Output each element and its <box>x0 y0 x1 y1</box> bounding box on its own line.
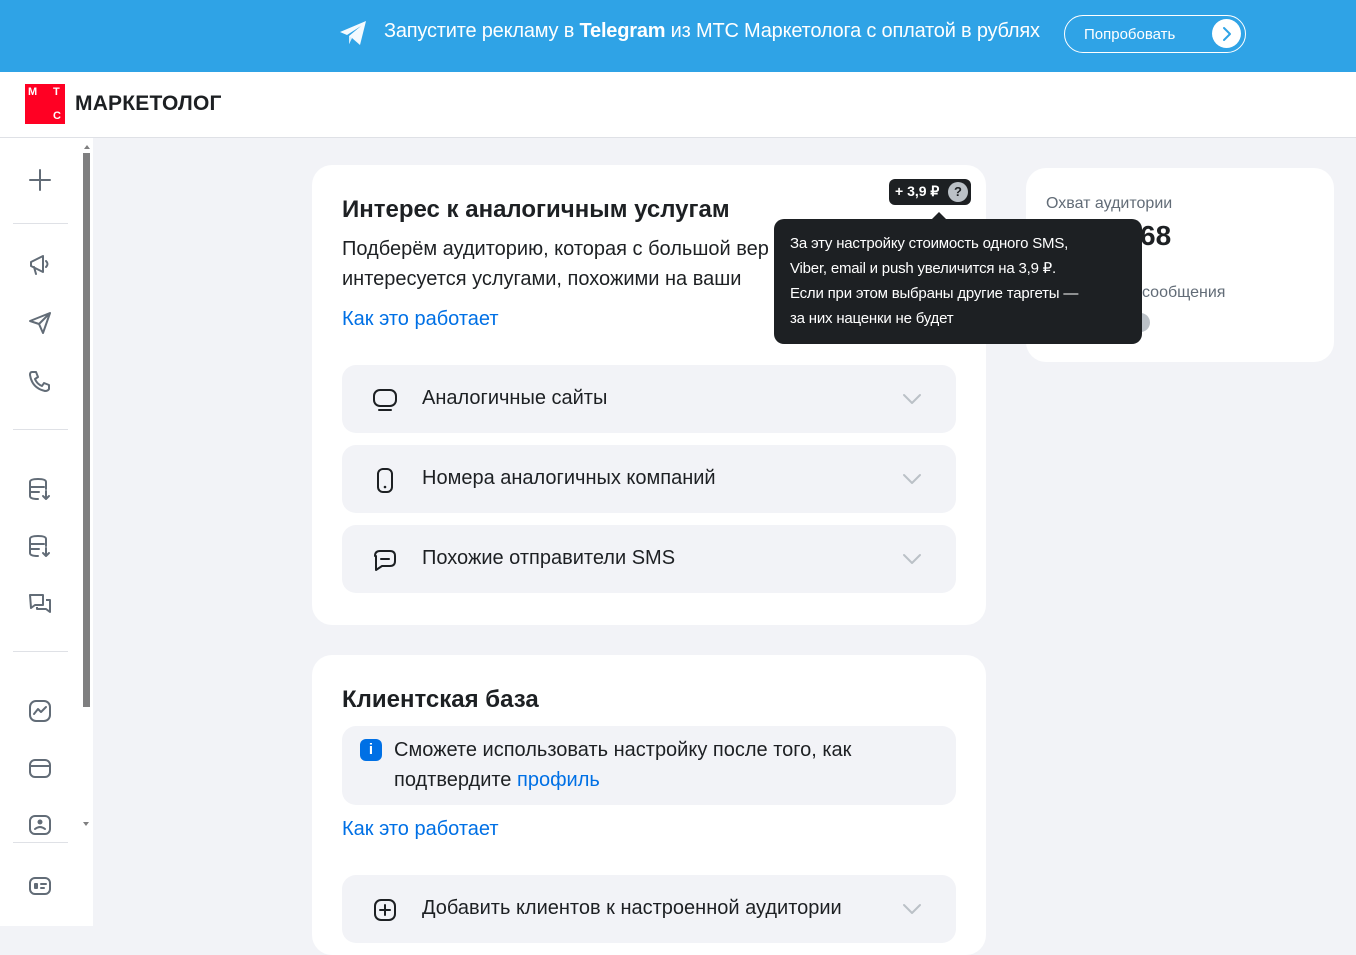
card-description: Подберём аудиторию, которая с большой ве… <box>342 234 769 294</box>
try-button-label: Попробовать <box>1084 26 1176 43</box>
description-line: интересуется услугами, похожими на ваши <box>342 268 742 290</box>
try-button[interactable]: Попробовать <box>1064 15 1246 53</box>
logo-letter: М <box>28 86 38 98</box>
send-icon[interactable] <box>27 310 53 336</box>
mts-logo[interactable]: М Т С <box>25 84 65 124</box>
profile-link[interactable]: профиль <box>517 769 600 791</box>
info-text-body: Сможете использовать настройку после тог… <box>394 739 852 791</box>
sidebar-divider <box>13 223 68 224</box>
analytics-icon[interactable] <box>27 698 53 724</box>
price-tooltip: За эту настройку стоимость одного SMS, V… <box>774 219 1142 344</box>
logo-letter: С <box>53 110 61 122</box>
monitor-icon <box>373 389 397 411</box>
chevron-down-icon[interactable] <box>902 903 922 915</box>
accordion-label: Похожие отправители SMS <box>422 547 676 569</box>
accordion-label: Номера аналогичных компаний <box>422 467 716 489</box>
accordion-add-clients[interactable]: Добавить клиентов к настроенной аудитори… <box>342 875 956 943</box>
megaphone-icon[interactable] <box>27 252 53 278</box>
logo-text[interactable]: МАРКЕТОЛОГ <box>75 92 222 116</box>
messages-label: сообщения <box>1142 284 1226 301</box>
scroll-down-arrow[interactable] <box>83 822 89 826</box>
how-it-works-link[interactable]: Как это работает <box>342 818 499 841</box>
chevron-down-icon[interactable] <box>902 553 922 565</box>
accordion-similar-company-numbers[interactable]: Номера аналогичных компаний <box>342 445 956 513</box>
profile-icon[interactable] <box>27 812 53 838</box>
help-icon-glyph: ? <box>954 184 962 199</box>
chevron-down-icon[interactable] <box>902 393 922 405</box>
promo-banner: Запустите рекламу в Telegram из МТС Марк… <box>0 0 1356 72</box>
tooltip-line: за них наценки не будет <box>790 310 954 327</box>
price-text: + 3,9 ₽ <box>895 183 940 199</box>
tooltip-line: Viber, email и push увеличится на 3,9 ₽. <box>790 260 1056 277</box>
info-text: Сможете использовать настройку после тог… <box>394 735 934 795</box>
info-notice: i Сможете использовать настройку после т… <box>342 726 956 805</box>
reach-value: 68 <box>1140 220 1172 251</box>
sidebar <box>0 138 93 926</box>
chevron-right-icon <box>1212 19 1241 48</box>
logo-letter: Т <box>53 86 60 98</box>
scroll-up-arrow[interactable] <box>84 145 90 149</box>
app-header: М Т С МАРКЕТОЛОГ <box>0 72 1356 138</box>
chat-icon[interactable] <box>27 591 53 617</box>
id-card-icon[interactable] <box>27 873 53 899</box>
how-it-works-link[interactable]: Как это работает <box>342 308 499 331</box>
info-icon-glyph: i <box>368 741 374 758</box>
help-icon[interactable]: ? <box>948 182 968 202</box>
price-badge: + 3,9 ₽ ? <box>889 179 971 205</box>
accordion-label: Аналогичные сайты <box>422 387 608 409</box>
accordion-similar-sites[interactable]: Аналогичные сайты <box>342 365 956 433</box>
telegram-icon <box>340 21 366 45</box>
phone-icon[interactable] <box>27 368 53 394</box>
sidebar-scrollbar[interactable] <box>81 145 92 707</box>
card-title: Интерес к аналогичным услугам <box>342 196 730 223</box>
reach-label: Охват аудитории <box>1046 195 1173 212</box>
database-download-icon[interactable] <box>27 476 53 502</box>
accordion-similar-sms-senders[interactable]: Похожие отправители SMS <box>342 525 956 593</box>
chevron-down-icon[interactable] <box>902 473 922 485</box>
card-title: Клиентская база <box>342 686 539 713</box>
description-line: Подберём аудиторию, которая с большой ве… <box>342 238 769 260</box>
database-download-icon[interactable] <box>27 533 53 559</box>
client-base-card: Клиентская база i Сможете использовать н… <box>312 655 986 955</box>
message-icon <box>374 550 396 571</box>
sidebar-divider <box>13 429 68 430</box>
wallet-icon[interactable] <box>27 755 53 781</box>
smartphone-icon <box>377 468 393 493</box>
plus-square-icon <box>374 899 396 921</box>
banner-text: Запустите рекламу в Telegram из МТС Марк… <box>384 20 1040 42</box>
plus-icon[interactable] <box>27 167 53 193</box>
sidebar-divider <box>13 651 68 652</box>
accordion-label: Добавить клиентов к настроенной аудитори… <box>422 897 842 919</box>
sidebar-divider <box>13 842 68 843</box>
scroll-thumb[interactable] <box>83 153 90 707</box>
tooltip-line: За эту настройку стоимость одного SMS, <box>790 235 1069 252</box>
tooltip-line: Если при этом выбраны другие таргеты — <box>790 285 1079 302</box>
info-icon: i <box>360 739 382 761</box>
